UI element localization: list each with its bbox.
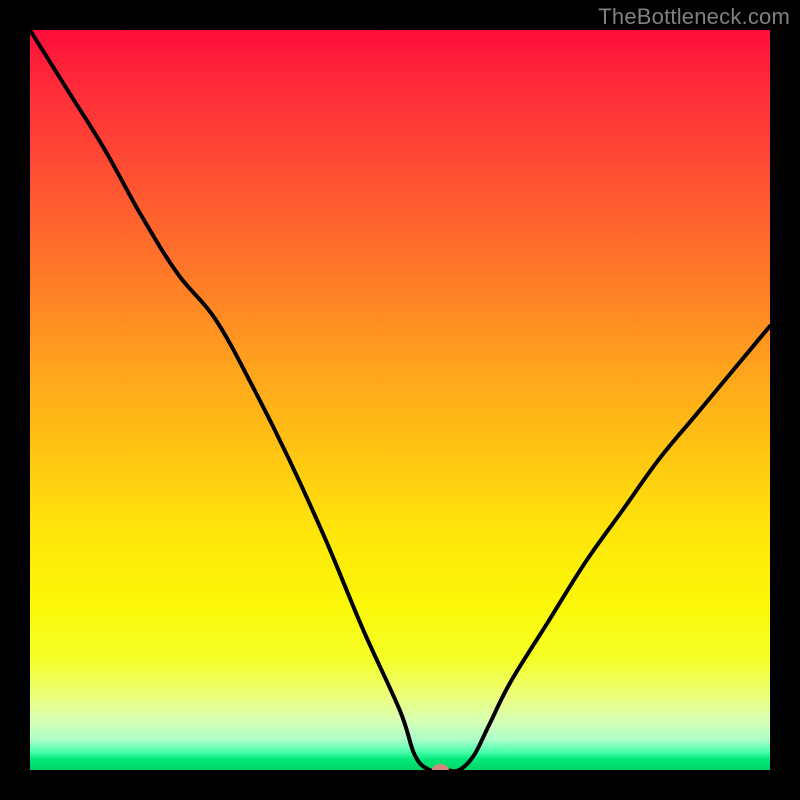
bottleneck-curve: [30, 30, 770, 770]
plot-area: [30, 30, 770, 770]
bottleneck-curve-svg: [30, 30, 770, 770]
watermark-text: TheBottleneck.com: [598, 4, 790, 30]
chart-stage: TheBottleneck.com: [0, 0, 800, 800]
